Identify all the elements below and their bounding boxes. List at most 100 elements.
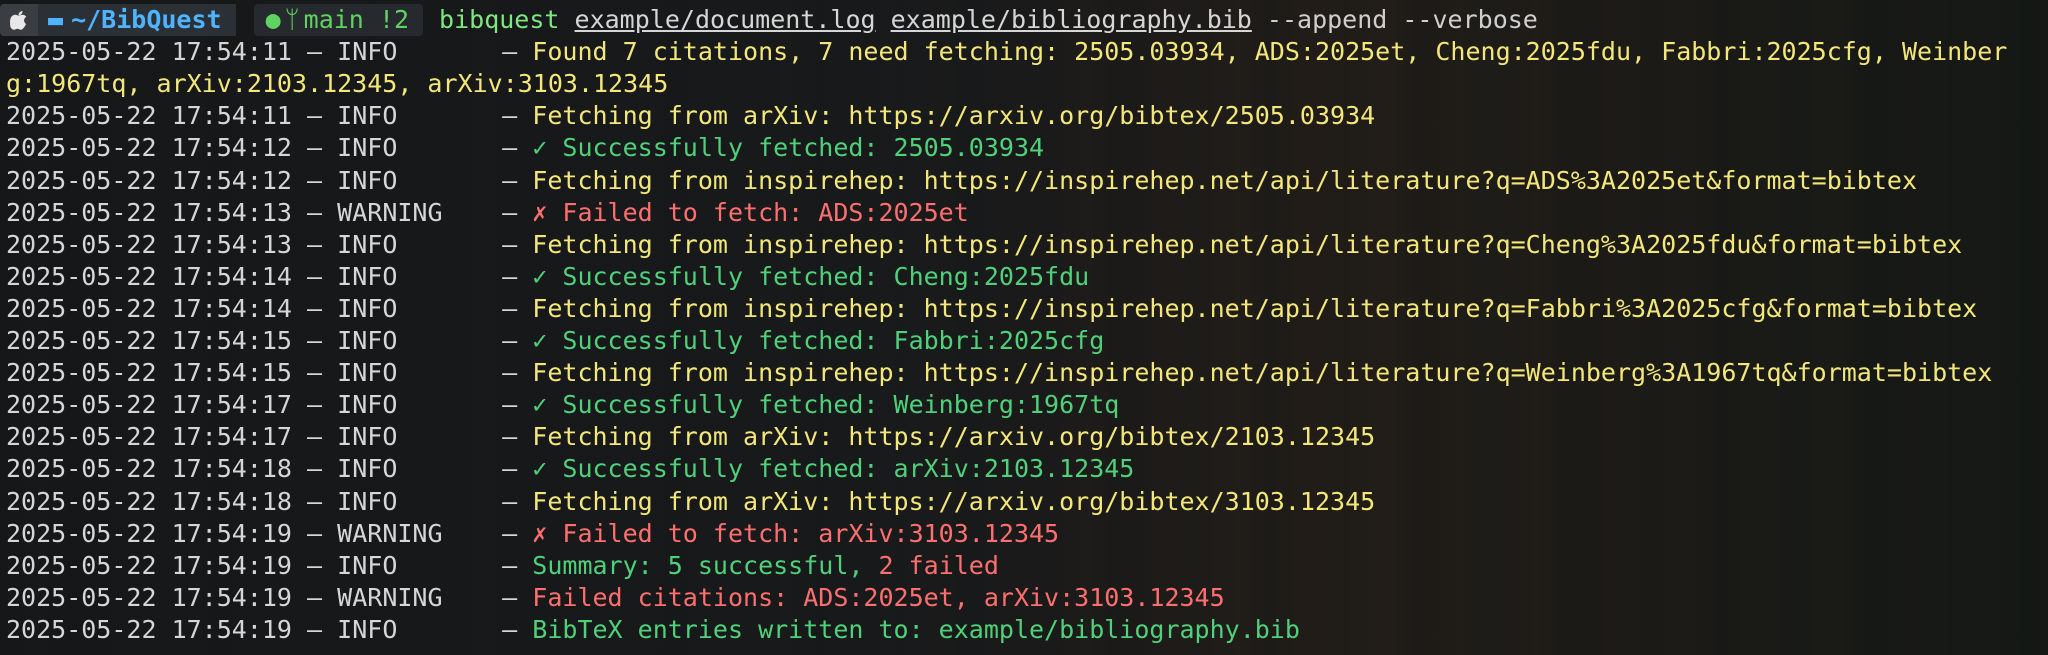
- folder-icon: ▬: [48, 5, 64, 34]
- log-line: 2025-05-22 17:54:15 – INFO – Fetching fro…: [6, 357, 1992, 389]
- log-separator: –: [502, 326, 518, 355]
- log-level: INFO: [337, 422, 398, 452]
- log-separator: –: [502, 486, 518, 516]
- apple-icon: [0, 4, 38, 36]
- log-timestamp: 2025-05-22 17:54:19: [6, 550, 292, 580]
- log-separator: –: [502, 582, 518, 612]
- log-message: ✓ Successfully fetched: Cheng:2025fdu: [532, 261, 1090, 291]
- log-line: 2025-05-22 17:54:17 – INFO – Fetching fro…: [6, 421, 1375, 453]
- log-separator: –: [307, 197, 323, 227]
- log-level: INFO: [337, 486, 398, 516]
- log-message: Fetching from inspirehep: https://inspir…: [532, 165, 1918, 195]
- log-level: INFO: [337, 229, 398, 259]
- directory-label: ~/BibQuest: [71, 5, 222, 34]
- log-message: ✓ Successfully fetched: Weinberg:1967tq: [532, 390, 1120, 420]
- log-timestamp: 2025-05-22 17:54:14: [6, 261, 292, 291]
- command-arg-output: example/bibliography.bib: [890, 5, 1252, 34]
- log-separator: –: [502, 197, 518, 227]
- log-separator: –: [502, 358, 518, 388]
- log-message: Fetching from arXiv: https://arxiv.org/b…: [532, 486, 1376, 516]
- command-name: bibquest: [439, 5, 560, 34]
- log-message: ✓ Successfully fetched: arXiv:2103.12345: [532, 454, 1135, 484]
- log-timestamp: 2025-05-22 17:54:14: [6, 293, 292, 323]
- git-branch-label: main: [303, 5, 364, 34]
- log-line-wrap: g:1967tq, arXiv:2103.12345, arXiv:3103.1…: [6, 68, 668, 100]
- shell-prompt: ▬ ~/BibQuest ● ᛘ main !2 bibquest example/d…: [0, 4, 1538, 36]
- log-level: INFO: [337, 326, 398, 355]
- log-message-extra: 2 failed: [863, 550, 999, 580]
- terminal-window[interactable]: ▬ ~/BibQuest ● ᛘ main !2 bibquest example/d…: [0, 0, 2048, 655]
- log-separator: –: [307, 165, 323, 195]
- log-level: WARNING: [337, 582, 443, 612]
- github-icon: ●: [265, 5, 281, 34]
- log-separator: –: [502, 261, 518, 291]
- log-timestamp: 2025-05-22 17:54:18: [6, 454, 292, 484]
- log-separator: –: [307, 550, 323, 580]
- log-separator: –: [502, 165, 518, 195]
- log-separator: –: [307, 518, 323, 548]
- log-timestamp: 2025-05-22 17:54:11: [6, 37, 292, 67]
- directory-segment: ▬ ~/BibQuest: [38, 4, 236, 36]
- log-line: 2025-05-22 17:54:17 – INFO – ✓ Successful…: [6, 389, 1119, 421]
- log-line: 2025-05-22 17:54:19 – INFO – BibTeX entri…: [6, 614, 1300, 646]
- log-timestamp: 2025-05-22 17:54:17: [6, 390, 292, 420]
- log-separator: –: [307, 454, 323, 484]
- log-separator: –: [502, 518, 518, 548]
- log-separator: –: [502, 550, 518, 580]
- log-separator: –: [307, 37, 323, 67]
- log-timestamp: 2025-05-22 17:54:19: [6, 614, 292, 644]
- log-level: WARNING: [337, 518, 443, 548]
- log-separator: –: [307, 390, 323, 420]
- log-separator: –: [307, 326, 323, 355]
- log-timestamp: 2025-05-22 17:54:15: [6, 326, 292, 355]
- log-line: 2025-05-22 17:54:13 – WARNING – ✗ Failed …: [6, 197, 969, 229]
- log-timestamp: 2025-05-22 17:54:19: [6, 582, 292, 612]
- log-line: 2025-05-22 17:54:12 – INFO – Fetching fro…: [6, 165, 1917, 197]
- log-message: Fetching from inspirehep: https://inspir…: [532, 229, 1963, 259]
- log-message: ✓ Successfully fetched: Fabbri:2025cfg: [532, 326, 1105, 355]
- log-separator: –: [307, 486, 323, 516]
- log-timestamp: 2025-05-22 17:54:15: [6, 358, 292, 388]
- log-separator: –: [307, 133, 323, 163]
- log-separator: –: [502, 293, 518, 323]
- log-level: INFO: [337, 390, 398, 420]
- log-separator: –: [307, 261, 323, 291]
- log-separator: –: [307, 614, 323, 644]
- log-line: 2025-05-22 17:54:19 – WARNING – Failed ci…: [6, 582, 1225, 614]
- log-message-continued: g:1967tq, arXiv:2103.12345, arXiv:3103.1…: [6, 69, 669, 99]
- log-message: Found 7 citations, 7 need fetching: 2505…: [532, 37, 2008, 67]
- log-separator: –: [502, 229, 518, 259]
- log-message: BibTeX entries written to: example/bibli…: [532, 614, 1300, 644]
- log-level: INFO: [337, 614, 398, 644]
- log-separator: –: [502, 390, 518, 420]
- log-timestamp: 2025-05-22 17:54:17: [6, 422, 292, 452]
- log-line: 2025-05-22 17:54:15 – INFO – ✓ Successful…: [6, 325, 1104, 357]
- command-flags: --append --verbose: [1266, 5, 1538, 34]
- log-separator: –: [502, 133, 518, 163]
- branch-icon: ᛘ: [284, 5, 300, 34]
- log-separator: –: [502, 422, 518, 452]
- log-timestamp: 2025-05-22 17:54:12: [6, 165, 292, 195]
- log-level: INFO: [337, 358, 398, 388]
- log-timestamp: 2025-05-22 17:54:13: [6, 229, 292, 259]
- log-message: Fetching from arXiv: https://arxiv.org/b…: [532, 422, 1376, 452]
- log-separator: –: [307, 358, 323, 388]
- log-separator: –: [502, 37, 518, 67]
- log-message: Summary: 5 successful,: [532, 550, 864, 580]
- log-level: INFO: [337, 293, 398, 323]
- log-message: Failed citations: ADS:2025et, arXiv:3103…: [532, 582, 1225, 612]
- log-line: 2025-05-22 17:54:19 – INFO – Summary: 5 s…: [6, 550, 999, 582]
- log-level: INFO: [337, 37, 398, 67]
- log-message: Fetching from inspirehep: https://inspir…: [532, 358, 1993, 388]
- log-message: ✗ Failed to fetch: ADS:2025et: [532, 197, 969, 227]
- log-separator: –: [502, 101, 518, 131]
- command-line[interactable]: bibquest example/document.log example/bi…: [439, 4, 1538, 36]
- log-line: 2025-05-22 17:54:13 – INFO – Fetching fro…: [6, 229, 1962, 261]
- log-line: 2025-05-22 17:54:11 – INFO – Fetching fro…: [6, 100, 1375, 132]
- log-message: ✗ Failed to fetch: arXiv:3103.12345: [532, 518, 1060, 548]
- command-arg-input: example/document.log: [574, 5, 876, 34]
- log-separator: –: [502, 614, 518, 644]
- log-level: INFO: [337, 165, 398, 195]
- log-line: 2025-05-22 17:54:12 – INFO – ✓ Successful…: [6, 132, 1044, 164]
- log-message: Fetching from inspirehep: https://inspir…: [532, 293, 1978, 323]
